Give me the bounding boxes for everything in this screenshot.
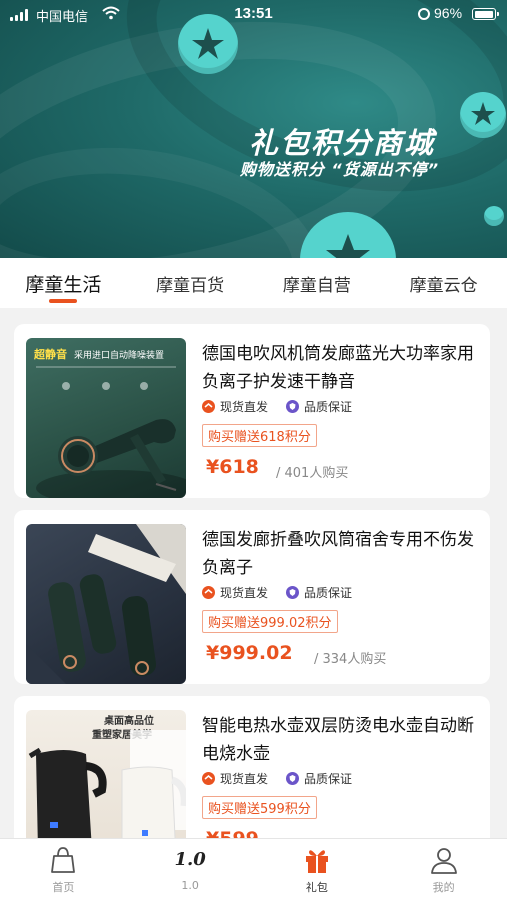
nav-version[interactable]: 1.0 1.0 [127,839,254,900]
user-icon [430,848,457,874]
badge-quality: 品质保证 [304,586,353,600]
product-price: ¥599 [206,828,259,838]
badge-in-stock: 现货直发 [220,772,269,786]
shipping-icon [202,772,215,785]
badge-quality: 品质保证 [304,400,353,414]
quality-shield-icon [286,400,300,413]
sold-count: / 401人购买 [276,466,349,481]
badge-quality: 品质保证 [304,772,353,786]
svg-text:桌面高品位: 桌面高品位 [103,714,154,727]
gift-icon [305,850,328,873]
product-badges: 现货直发 品质保证 [202,398,352,415]
product-card[interactable]: 桌面高品位 重塑家居美学 智能电热水壶双层防烫电水壶自动断电烧水壶 现货直发 品… [14,696,490,838]
nav-home[interactable]: 首页 [0,839,127,900]
category-tabs: 摩童生活 摩童百货 摩童自营 摩童云仓 [0,258,507,308]
hero-banner[interactable]: 礼包积分商城 购物送积分 “货源出不停” [0,0,507,258]
product-title[interactable]: 智能电热水壶双层防烫电水壶自动断电烧水壶 [202,712,478,768]
product-badges: 现货直发 品质保证 [202,770,352,787]
bottom-navigation: 首页 1.0 1.0 礼包 我的 [0,838,507,900]
nav-home-label: 首页 [52,881,75,894]
nav-profile-label: 我的 [432,881,455,894]
svg-text:超静音: 超静音 [33,347,67,361]
product-title[interactable]: 德国发廊折叠吹风筒宿舍专用不伤发负离子 [202,526,478,582]
hero-subtitle: 购物送积分 “货源出不停” [239,160,439,179]
nav-gift-label: 礼包 [305,881,328,894]
status-bar: 中国电信 13:51 96% [0,0,507,30]
battery-percent: 96% [434,5,463,21]
product-price: ¥618 [206,456,259,478]
tab-motong-department-store[interactable]: 摩童百货 [127,258,254,308]
product-list: 超静音 采用进口自动降噪装置 德国电吹风机筒发廊蓝光大功率家用负离子护发速干静音… [0,308,507,838]
tab-motong-life[interactable]: 摩童生活 [0,258,127,308]
product-image: 超静音 采用进口自动降噪装置 [26,338,186,498]
product-card[interactable]: 超静音 采用进口自动降噪装置 德国电吹风机筒发廊蓝光大功率家用负离子护发速干静音… [14,324,490,498]
quality-shield-icon [286,772,300,785]
tab-motong-self-operated[interactable]: 摩童自营 [254,258,381,308]
nav-gift[interactable]: 礼包 [254,839,381,900]
shipping-icon [202,400,215,413]
orientation-lock-icon [418,8,430,20]
product-image: 桌面高品位 重塑家居美学 [26,710,186,838]
svg-text:采用进口自动降噪装置: 采用进口自动降噪装置 [74,349,164,361]
points-reward-tag: 购买赠送999.02积分 [202,610,338,633]
badge-in-stock: 现货直发 [220,586,269,600]
points-reward-tag: 购买赠送599积分 [202,796,317,819]
star-coin-icon [300,212,396,258]
product-image [26,524,186,684]
points-reward-tag: 购买赠送618积分 [202,424,317,447]
status-time: 13:51 [234,5,273,22]
shipping-icon [202,586,215,599]
version-icon: 1.0 [174,849,206,870]
bag-icon [51,847,76,873]
product-card[interactable]: 德国发廊折叠吹风筒宿舍专用不伤发负离子 现货直发 品质保证 购买赠送999.02… [14,510,490,684]
nav-profile[interactable]: 我的 [380,839,507,900]
star-coin-icon [460,92,506,138]
product-title[interactable]: 德国电吹风机筒发廊蓝光大功率家用负离子护发速干静音 [202,340,478,396]
product-badges: 现货直发 品质保证 [202,584,352,601]
nav-version-label: 1.0 [181,879,199,892]
tab-motong-cloud-warehouse[interactable]: 摩童云仓 [380,258,507,308]
product-price: ¥999.02 [206,642,293,664]
quality-shield-icon [286,586,300,599]
badge-in-stock: 现货直发 [220,400,269,414]
battery-icon [472,8,499,20]
coin-dot-icon [484,206,504,226]
sold-count: / 334人购买 [314,652,387,667]
